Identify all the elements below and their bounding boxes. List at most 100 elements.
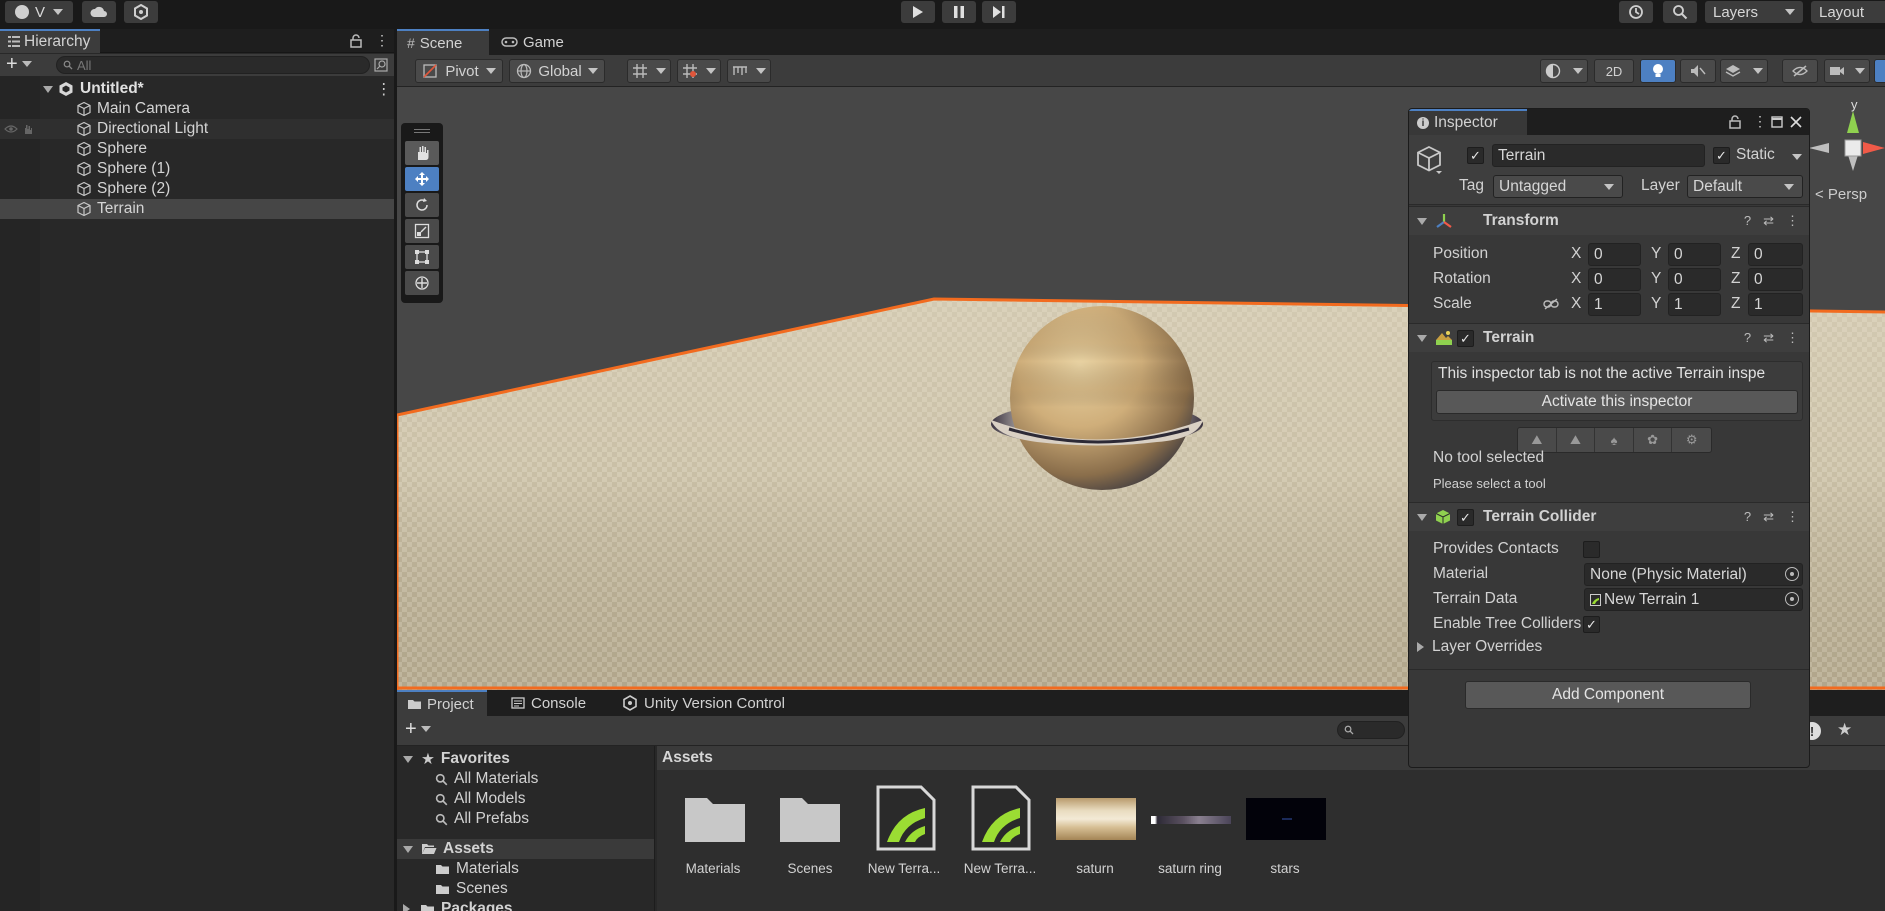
cloud-button[interactable] — [82, 1, 116, 23]
scale-tool[interactable] — [405, 219, 439, 243]
hierarchy-search-input[interactable]: All — [56, 56, 370, 74]
layer-dropdown[interactable]: Default — [1687, 175, 1803, 198]
close-icon[interactable] — [1790, 116, 1802, 128]
tab-console[interactable]: Console — [509, 690, 586, 716]
lock-icon[interactable] — [350, 34, 362, 48]
tab-project[interactable]: Project — [397, 690, 487, 716]
tab-version-control[interactable]: Unity Version Control — [622, 690, 785, 716]
tree-favorite-item[interactable]: All Models — [435, 789, 526, 809]
collab-button[interactable] — [124, 1, 158, 23]
gizmos-toggle[interactable] — [1874, 59, 1885, 83]
tab-hierarchy[interactable]: Hierarchy — [0, 28, 101, 53]
tree-favorite-item[interactable]: All Materials — [435, 769, 538, 789]
terrain-enabled-checkbox[interactable]: ✓ — [1457, 330, 1474, 347]
drag-handle-icon[interactable] — [414, 129, 430, 133]
static-checkbox[interactable]: ✓ — [1713, 147, 1730, 164]
component-menu-icon[interactable]: ⋮ — [1786, 213, 1799, 229]
collider-enabled-checkbox[interactable]: ✓ — [1457, 509, 1474, 526]
scale-x-field[interactable]: 1 — [1588, 293, 1641, 316]
tab-inspector[interactable]: i Inspector — [1409, 109, 1527, 135]
tree-favorites[interactable]: ★ Favorites — [403, 749, 510, 769]
search-button[interactable] — [1663, 1, 1697, 23]
terrain-collider-header[interactable]: ✓ Terrain Collider ? ⇄ ⋮ — [1409, 502, 1809, 531]
shading-mode-dropdown[interactable] — [1540, 59, 1588, 83]
assets-breadcrumb[interactable]: Assets — [662, 749, 713, 767]
persp-label[interactable]: < Persp — [1815, 186, 1867, 203]
play-button[interactable] — [901, 1, 935, 23]
asset-folder-materials[interactable] — [683, 792, 747, 844]
increment-snap-dropdown[interactable] — [727, 59, 771, 83]
layer-overrides-foldout[interactable]: Layer Overrides — [1417, 638, 1542, 656]
rotation-x-field[interactable]: 0 — [1588, 268, 1641, 291]
pause-button[interactable] — [942, 1, 976, 23]
tree-assets[interactable]: Assets — [397, 839, 654, 859]
panel-menu-icon[interactable]: ⋮ — [375, 33, 389, 47]
hierarchy-item-selected[interactable]: Terrain — [0, 199, 394, 219]
rotate-tool[interactable] — [405, 193, 439, 217]
object-name-field[interactable]: Terrain — [1492, 144, 1705, 167]
tree-folder[interactable]: Scenes — [435, 879, 508, 899]
hidden-objects-toggle[interactable] — [1782, 59, 1818, 83]
object-picker-icon[interactable] — [1785, 567, 1799, 581]
asset-texture-saturn-ring[interactable] — [1151, 816, 1231, 824]
move-tool[interactable] — [405, 167, 439, 191]
asset-terrain-data-1[interactable] — [875, 784, 937, 852]
camera-dropdown[interactable] — [1824, 59, 1870, 83]
activate-inspector-button[interactable]: Activate this inspector — [1436, 390, 1798, 414]
create-button[interactable]: + — [6, 54, 32, 74]
tree-favorite-item[interactable]: All Prefabs — [435, 809, 529, 829]
help-icon[interactable]: ? — [1744, 330, 1751, 346]
hierarchy-item[interactable]: Directional Light — [0, 119, 394, 139]
layout-dropdown[interactable]: Layout — [1811, 1, 1885, 23]
hierarchy-item[interactable]: Sphere — [0, 139, 394, 159]
position-x-field[interactable]: 0 — [1588, 243, 1641, 266]
rotation-y-field[interactable]: 0 — [1668, 268, 1721, 291]
component-menu-icon[interactable]: ⋮ — [1786, 509, 1799, 525]
grid-snap-dropdown[interactable] — [627, 59, 671, 83]
account-dropdown[interactable]: V — [5, 1, 73, 23]
position-y-field[interactable]: 0 — [1668, 243, 1721, 266]
grid-visibility-dropdown[interactable] — [677, 59, 721, 83]
object-active-checkbox[interactable]: ✓ — [1467, 147, 1484, 164]
enable-tree-colliders-checkbox[interactable]: ✓ — [1583, 616, 1600, 633]
global-dropdown[interactable]: Global — [509, 59, 605, 83]
hand-tool[interactable] — [405, 141, 439, 165]
search-filter-icon[interactable] — [374, 58, 388, 72]
hierarchy-item[interactable]: Sphere (1) — [0, 159, 394, 179]
constrain-proportions-icon[interactable] — [1543, 298, 1559, 310]
scale-y-field[interactable]: 1 — [1668, 293, 1721, 316]
terrain-component-header[interactable]: ✓ Terrain ? ⇄ ⋮ — [1409, 323, 1809, 352]
asset-folder-scenes[interactable] — [778, 792, 842, 844]
tab-scene[interactable]: # Scene — [397, 29, 489, 55]
project-create-button[interactable]: + — [405, 719, 431, 739]
hierarchy-item[interactable]: Sphere (2) — [0, 179, 394, 199]
terrain-data-object-field[interactable]: New Terrain 1 — [1584, 588, 1803, 611]
tree-folder[interactable]: Materials — [435, 859, 519, 879]
tag-dropdown[interactable]: Untagged — [1493, 175, 1623, 198]
lock-icon[interactable] — [1729, 115, 1741, 129]
asset-terrain-data-2[interactable] — [970, 784, 1032, 852]
hierarchy-item[interactable]: Main Camera — [0, 99, 394, 119]
maximize-icon[interactable] — [1771, 116, 1783, 128]
terrain-tool-raise[interactable]: ⛰ — [1557, 428, 1596, 452]
gameobject-cube-icon[interactable] — [1416, 145, 1444, 175]
panel-menu-icon[interactable]: ⋮ — [1753, 113, 1767, 130]
lighting-toggle[interactable] — [1640, 59, 1676, 83]
history-button[interactable] — [1619, 1, 1653, 23]
material-object-field[interactable]: None (Physic Material) — [1584, 563, 1803, 586]
component-menu-icon[interactable]: ⋮ — [1786, 330, 1799, 346]
asset-texture-stars[interactable] — [1246, 798, 1326, 840]
scene-menu-icon[interactable]: ⋮ — [376, 80, 392, 99]
provides-contacts-checkbox[interactable] — [1583, 541, 1600, 558]
rect-tool[interactable] — [405, 245, 439, 269]
transform-header[interactable]: Transform ? ⇄ ⋮ — [1409, 206, 1809, 235]
preset-icon[interactable]: ⇄ — [1763, 330, 1774, 346]
orientation-gizmo[interactable]: y < Persp — [1809, 97, 1885, 207]
terrain-tool-paint-trees[interactable]: ♠ — [1595, 428, 1634, 452]
terrain-tool-paint-details[interactable]: ✿ — [1634, 428, 1673, 452]
preset-icon[interactable]: ⇄ — [1763, 509, 1774, 525]
help-icon[interactable]: ? — [1744, 213, 1751, 229]
layers-dropdown[interactable]: Layers — [1705, 1, 1803, 23]
scene-row[interactable]: Untitled* ⋮ — [0, 79, 394, 99]
star-filter-icon[interactable]: ★ — [1837, 720, 1852, 740]
